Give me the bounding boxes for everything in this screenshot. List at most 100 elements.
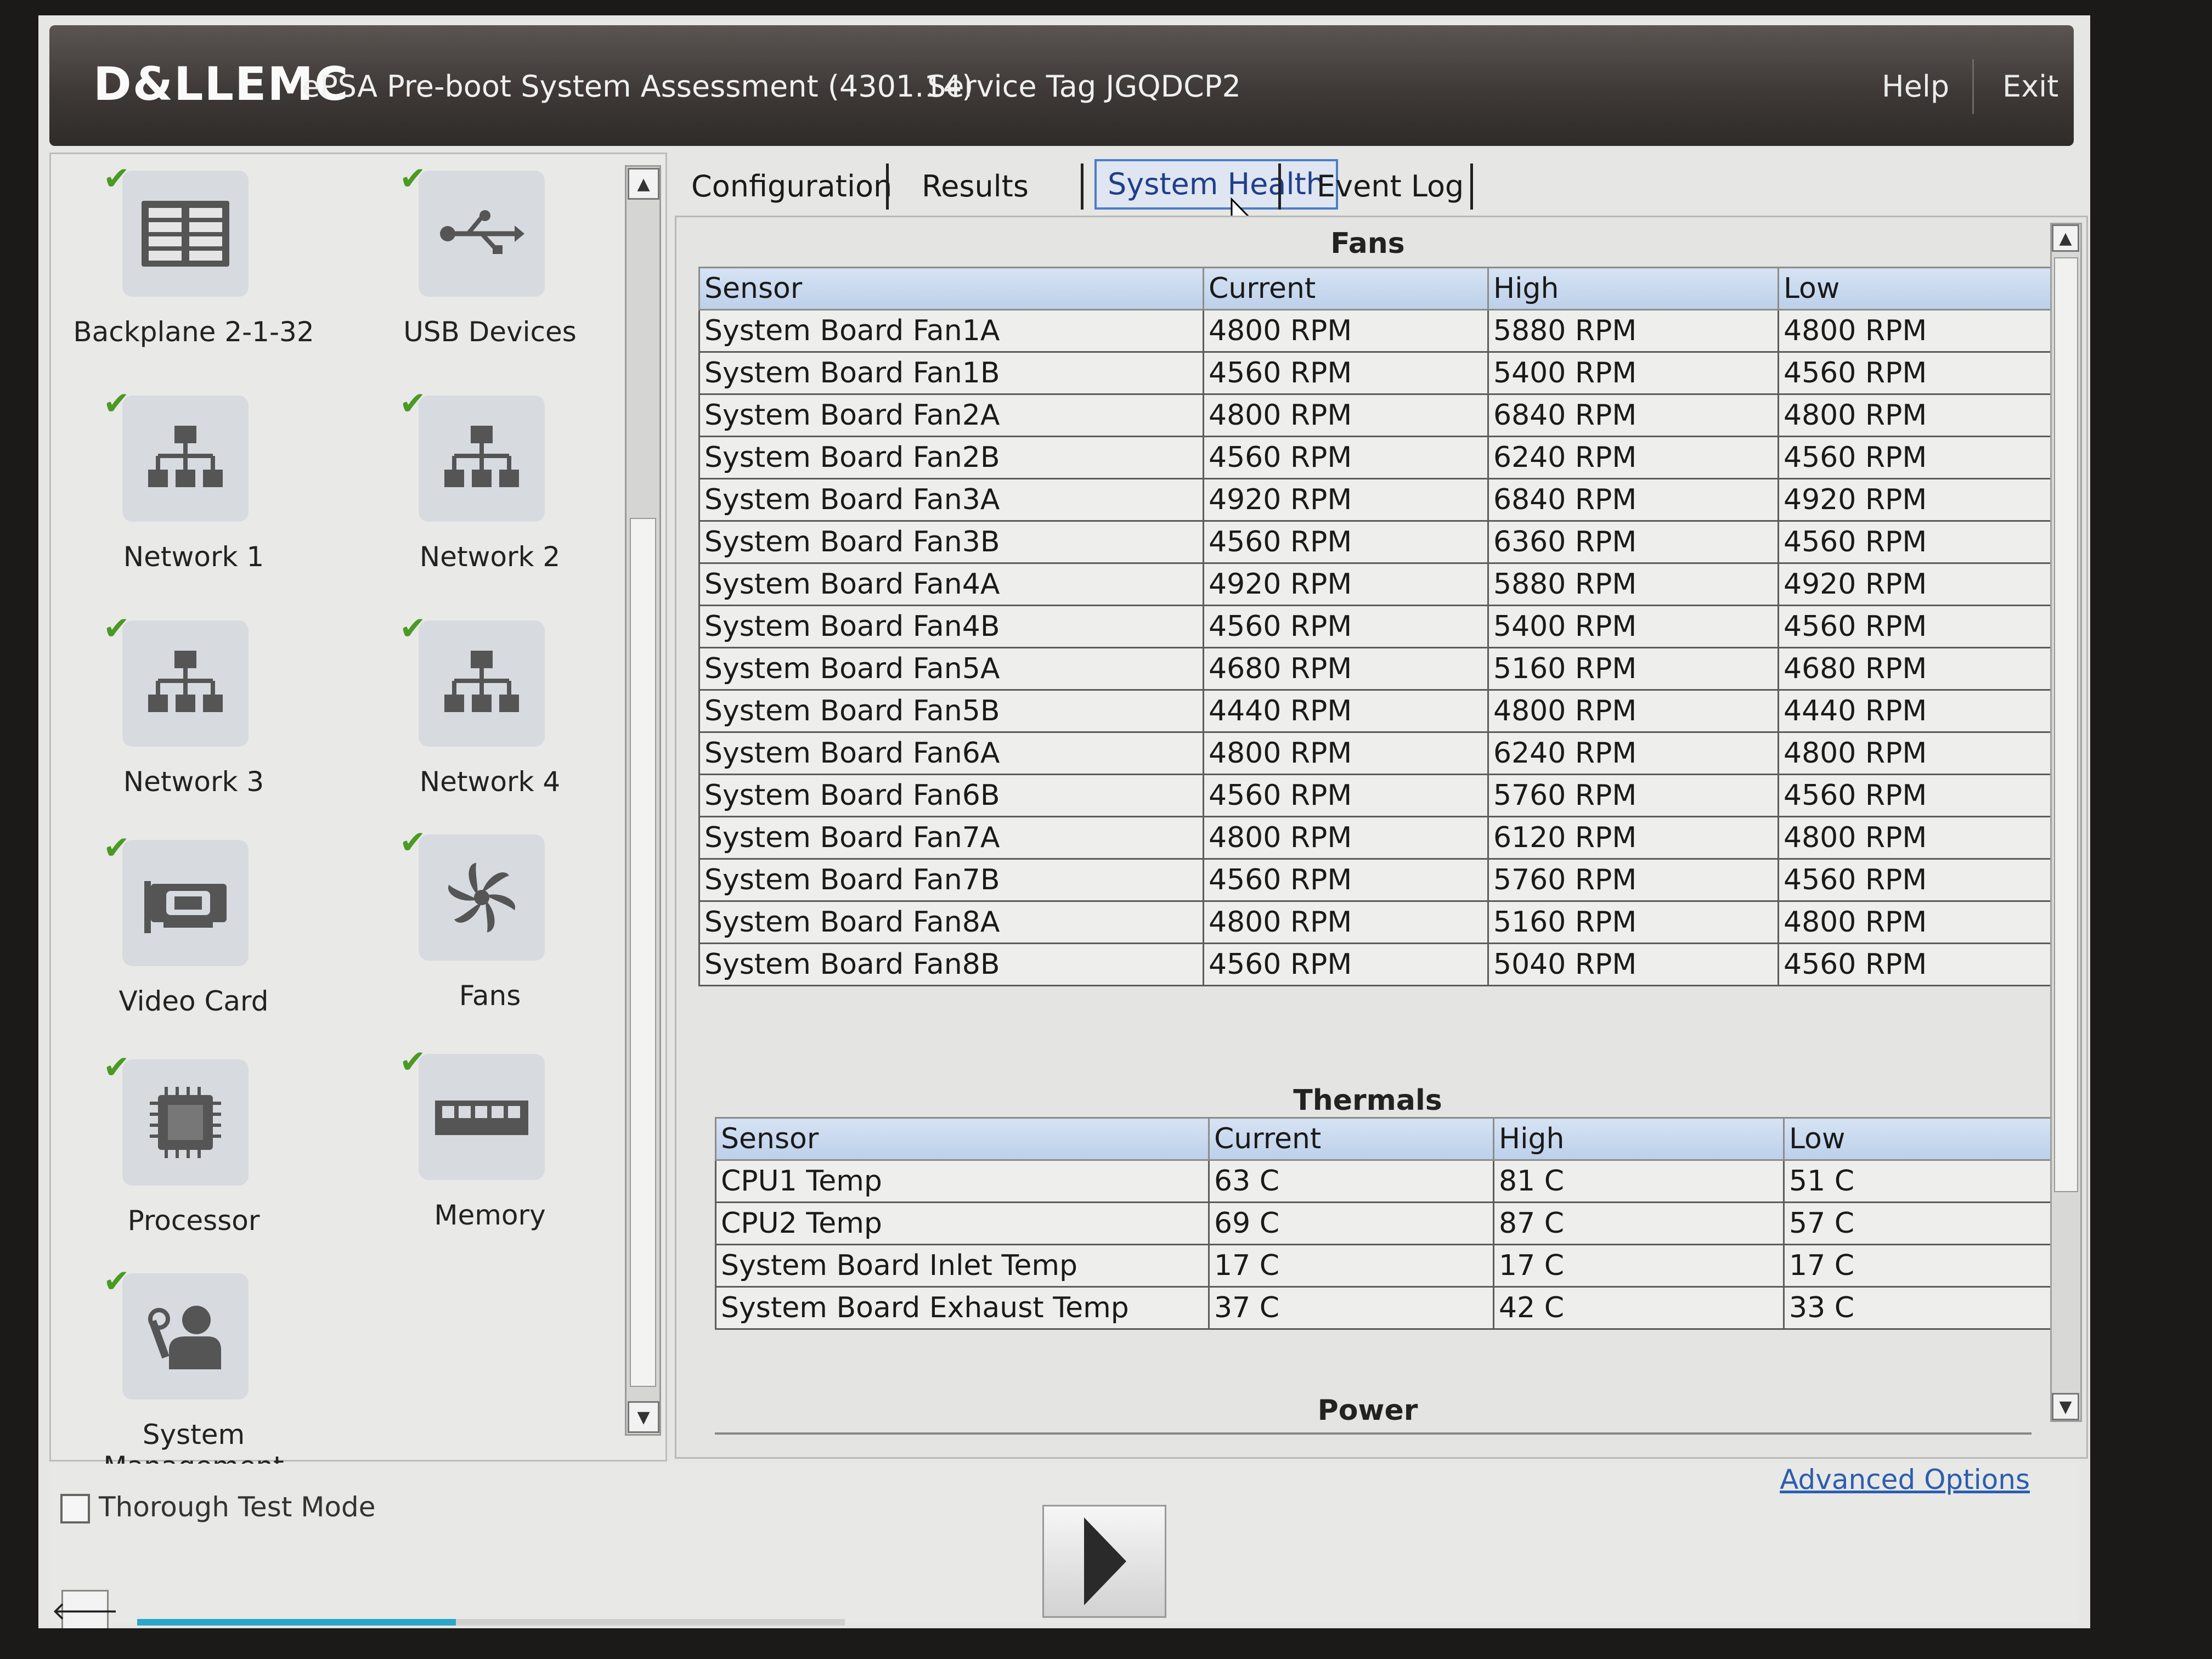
fan-row: System Board Fan7A 4800 RPM 6120 RPM 4800 R… (698, 816, 2059, 860)
scroll-down-icon[interactable]: ▼ (2052, 1393, 2079, 1420)
thermal-row: System Board Inlet Temp 17 C 17 C 17 C (715, 1244, 2053, 1288)
column-header[interactable]: Low (1783, 1117, 2053, 1161)
scrollbar-thumb[interactable] (630, 518, 656, 1387)
table-cell: 5760 RPM (1487, 858, 1779, 902)
column-header[interactable]: Sensor (715, 1117, 1210, 1161)
tab-system-health[interactable]: System Health (1094, 159, 1338, 210)
device-panel-scrollbar[interactable]: ▲ ▼ (625, 165, 661, 1436)
device-network-2[interactable]: ✔ Network 2 (347, 385, 633, 599)
table-cell: 17 C (1493, 1244, 1785, 1288)
table-cell: CPU2 Temp (715, 1201, 1210, 1245)
fan-row: System Board Fan6A 4800 RPM 6240 RPM 4800 R… (698, 731, 2059, 775)
table-cell: 5760 RPM (1487, 774, 1779, 817)
column-header[interactable]: High (1493, 1117, 1785, 1161)
table-cell: 5160 RPM (1487, 647, 1779, 691)
table-cell: System Board Fan7B (698, 858, 1204, 902)
fans-table: Sensor Current High Low System Board Fan… (698, 267, 2059, 986)
device-video-card[interactable]: ✔ Video Card (51, 829, 336, 1043)
fan-row: System Board Fan2B 4560 RPM 6240 RPM 4560 R… (698, 436, 2059, 479)
device-label: Network 1 (123, 541, 264, 573)
column-header[interactable]: High (1487, 267, 1779, 311)
table-cell: System Board Fan6B (698, 774, 1204, 817)
video-card-icon (122, 840, 249, 966)
table-cell: 4800 RPM (1203, 816, 1489, 860)
table-cell: 4680 RPM (1778, 647, 2059, 691)
tab-configuration[interactable]: Configuration (680, 163, 903, 210)
column-header[interactable]: Sensor (698, 267, 1204, 311)
tab-event-log[interactable]: Event Log (1306, 163, 1475, 210)
thermals-header-row: Sensor Current High Low (715, 1117, 2053, 1161)
device-backplane[interactable]: ✔ Backplane 2-1-32 (51, 160, 336, 374)
table-cell: System Board Fan4A (698, 562, 1204, 606)
table-cell: System Board Exhaust Temp (715, 1286, 1210, 1330)
power-section-title: Power (1317, 1394, 1418, 1427)
device-network-4[interactable]: ✔ Network 4 (347, 610, 633, 823)
table-cell: 4920 RPM (1778, 562, 2059, 606)
device-system-management[interactable]: ✔ System Management (51, 1262, 336, 1482)
table-cell: 6240 RPM (1487, 731, 1779, 775)
fan-row: System Board Fan4A 4920 RPM 5880 RPM 4920 R… (698, 562, 2059, 606)
epsa-screen: D&LLEMC ePSA Pre-boot System Assessment … (38, 15, 2090, 1628)
device-label: USB Devices (403, 316, 577, 348)
scroll-down-icon[interactable]: ▼ (628, 1401, 659, 1433)
device-fans[interactable]: ✔ Fans (347, 823, 633, 1037)
table-cell: 4560 RPM (1203, 351, 1489, 395)
table-cell: 4560 RPM (1778, 858, 2059, 902)
tab-separator (1470, 163, 1473, 210)
network-icon (122, 396, 249, 522)
scroll-up-icon[interactable]: ▲ (628, 168, 659, 200)
device-label: Memory (434, 1199, 546, 1231)
header-separator (1972, 59, 1974, 114)
table-cell: System Board Fan8B (698, 943, 1204, 986)
table-cell: 4800 RPM (1203, 900, 1489, 944)
scroll-up-icon[interactable]: ▲ (2052, 224, 2079, 252)
table-cell: 5880 RPM (1487, 562, 1779, 606)
thorough-test-mode-checkbox[interactable] (60, 1494, 90, 1523)
help-button[interactable]: Help (1882, 69, 1949, 104)
table-cell: 4560 RPM (1778, 520, 2059, 564)
device-label: Backplane 2-1-32 (73, 316, 314, 348)
system-health-panel: Fans Sensor Current High Low System Boar… (675, 216, 2088, 1459)
progress-bar (137, 1619, 845, 1626)
system-management-icon (122, 1273, 249, 1400)
back-arrow-icon[interactable]: 🡐 (51, 1590, 119, 1628)
table-cell: 4800 RPM (1778, 309, 2059, 353)
app-title: ePSA Pre-boot System Assessment (4301.14… (302, 69, 974, 104)
device-usb[interactable]: ✔ USB Devices (347, 160, 633, 374)
table-cell: 5040 RPM (1487, 943, 1779, 986)
fan-row: System Board Fan1A 4800 RPM 5880 RPM 4800 R… (698, 309, 2059, 353)
table-cell: 4560 RPM (1778, 351, 2059, 395)
table-cell: 6840 RPM (1487, 478, 1779, 522)
network-icon (122, 620, 249, 747)
device-memory[interactable]: ✔ Memory (347, 1043, 633, 1257)
fan-row: System Board Fan1B 4560 RPM 5400 RPM 4560 R… (698, 351, 2059, 395)
device-network-1[interactable]: ✔ Network 1 (51, 385, 336, 599)
device-label: Network 3 (123, 766, 264, 798)
run-tests-button[interactable] (1042, 1505, 1166, 1618)
table-cell: 4560 RPM (1778, 605, 2059, 648)
content-scrollbar[interactable]: ▲ ▼ (2050, 223, 2082, 1422)
tab-results[interactable]: Results (911, 163, 1040, 210)
device-processor[interactable]: ✔ Processor (51, 1048, 336, 1262)
table-cell: System Board Fan5A (698, 647, 1204, 691)
fan-row: System Board Fan3A 4920 RPM 6840 RPM 4920 R… (698, 478, 2059, 522)
table-cell: 4800 RPM (1778, 393, 2059, 437)
device-network-3[interactable]: ✔ Network 3 (51, 610, 336, 823)
table-cell: System Board Inlet Temp (715, 1244, 1210, 1288)
exit-button[interactable]: Exit (2002, 69, 2058, 104)
fan-row: System Board Fan3B 4560 RPM 6360 RPM 4560 R… (698, 520, 2059, 564)
thorough-test-mode-label: Thorough Test Mode (99, 1491, 376, 1523)
table-cell: 5880 RPM (1487, 309, 1779, 353)
processor-icon (122, 1059, 249, 1186)
column-header[interactable]: Current (1208, 1117, 1494, 1161)
scrollbar-thumb[interactable] (2054, 257, 2078, 1192)
table-cell: 4560 RPM (1203, 943, 1489, 986)
column-header[interactable]: Current (1203, 267, 1489, 311)
fan-row: System Board Fan8B 4560 RPM 5040 RPM 4560 R… (698, 943, 2059, 986)
table-cell: System Board Fan3A (698, 478, 1204, 522)
column-header[interactable]: Low (1778, 267, 2059, 311)
fan-icon (419, 834, 545, 961)
table-cell: 17 C (1208, 1244, 1494, 1288)
header-bar: D&LLEMC ePSA Pre-boot System Assessment … (49, 25, 2074, 146)
advanced-options-link[interactable]: Advanced Options (1780, 1464, 2030, 1496)
